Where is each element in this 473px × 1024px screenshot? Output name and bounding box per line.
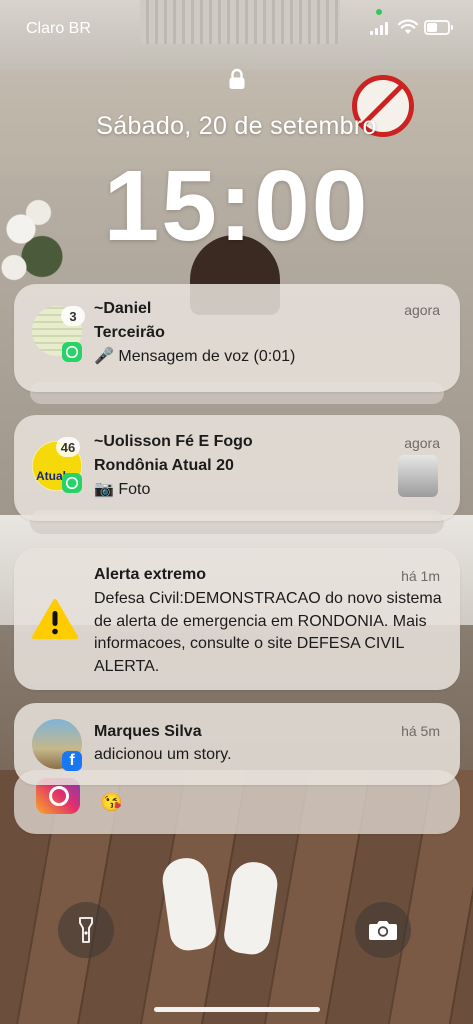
notification-time: há 1m xyxy=(401,568,440,584)
cellular-signal-icon xyxy=(370,22,388,35)
notification-count-badge: 3 xyxy=(61,306,85,326)
notification-message-text: adicionou um story. xyxy=(94,746,232,763)
home-indicator[interactable] xyxy=(154,1007,320,1012)
notification-title: ~Uolisson Fé E Fogo xyxy=(94,433,253,450)
notification-whatsapp-uolisson[interactable]: Atual 46 ~Uolisson Fé E Fogo agora Rondô… xyxy=(14,415,460,521)
notification-emergency-alert[interactable]: Alerta extremo há 1m Defesa Civil:DEMONS… xyxy=(14,548,460,690)
facebook-icon: f xyxy=(62,751,82,771)
notification-title: Alerta extremo xyxy=(94,566,207,583)
lock-icon xyxy=(229,68,245,89)
notification-title: ~Daniel xyxy=(94,300,152,317)
alert-warning-icon xyxy=(32,599,78,639)
notification-subtitle: Rondônia Atual 20 xyxy=(94,457,234,474)
notification-facebook-marques[interactable]: f Marques Silva há 5m adicionou um story… xyxy=(14,703,460,785)
notification-message-text: Foto xyxy=(118,481,151,498)
status-bar: Claro BR xyxy=(0,0,473,56)
notification-title: Marques Silva xyxy=(94,723,202,740)
notification-time: há 5m xyxy=(401,723,440,739)
notification-count-badge: 46 xyxy=(56,437,80,457)
notification-message: 📷 Foto xyxy=(94,479,150,499)
whatsapp-icon xyxy=(62,342,82,362)
lock-screen-date: Sábado, 20 de setembro xyxy=(96,112,377,140)
lock-screen-clock: 15:00 xyxy=(103,150,370,262)
wifi-icon xyxy=(398,19,418,34)
kiss-emoji-icon: 😘 xyxy=(100,792,123,812)
flashlight-icon xyxy=(79,917,93,943)
carrier-label: Claro BR xyxy=(26,20,91,37)
notification-time: agora xyxy=(404,302,440,318)
notification-message-text: Mensagem de voz (0:01) xyxy=(118,348,296,365)
camera-icon xyxy=(369,921,397,940)
notification-subtitle: Terceirão xyxy=(94,324,165,341)
photo-thumbnail xyxy=(398,455,438,497)
notification-message: 🎤 Mensagem de voz (0:01) xyxy=(94,346,295,366)
camera-icon: 📷 xyxy=(94,481,114,498)
flashlight-button[interactable] xyxy=(58,902,114,958)
camera-button[interactable] xyxy=(355,902,411,958)
whatsapp-icon xyxy=(62,473,82,493)
camera-in-use-indicator xyxy=(376,9,382,15)
notification-message-text: Defesa Civil:DEMONSTRACAO do novo sistem… xyxy=(94,590,442,675)
battery-icon xyxy=(424,20,453,35)
notification-time: agora xyxy=(404,435,440,451)
microphone-icon: 🎤 xyxy=(94,348,114,365)
notification-whatsapp-daniel[interactable]: 3 ~Daniel agora Terceirão 🎤 Mensagem de … xyxy=(14,284,460,392)
